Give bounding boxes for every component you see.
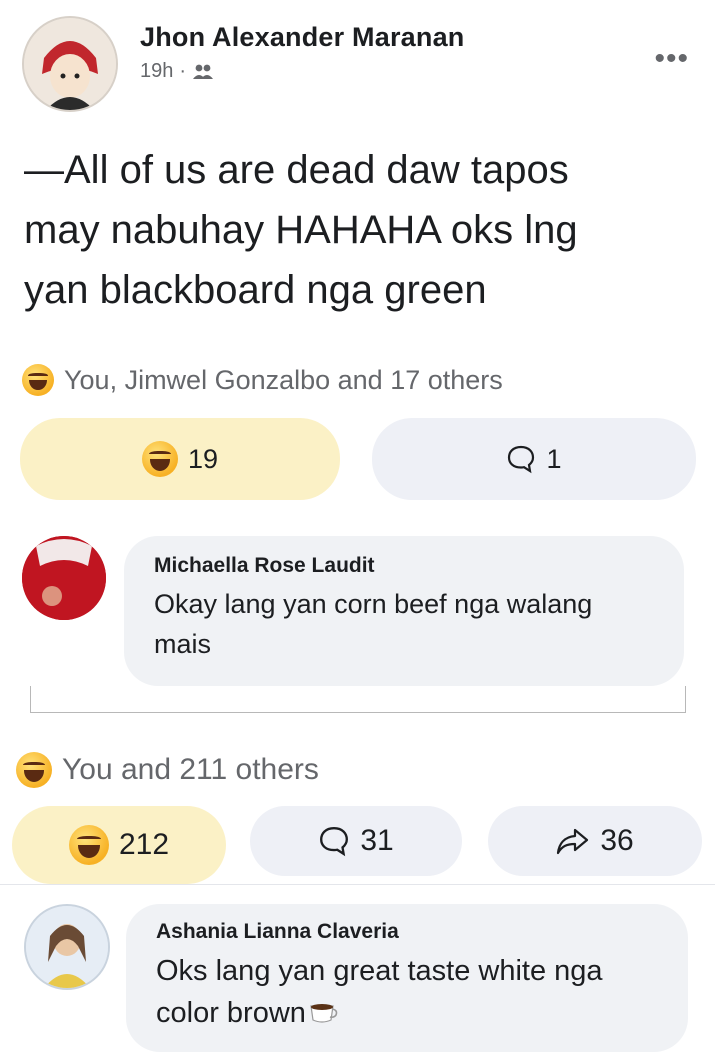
post-text-line: yan blackboard nga green (24, 268, 487, 312)
avatar-image (24, 18, 116, 110)
comment-text: Oks lang yan great taste white nga color… (156, 950, 658, 1034)
comment-icon (320, 827, 349, 857)
post-meta: 19h · (140, 60, 214, 83)
avatar-image (26, 906, 108, 988)
comment-author-avatar[interactable] (22, 536, 106, 620)
thread-divider (30, 686, 686, 713)
meta-separator: · (179, 60, 187, 82)
share-count: 36 (600, 824, 634, 857)
comment-author-avatar[interactable] (24, 904, 110, 990)
reaction-count: 212 (118, 828, 170, 861)
comment-text-line: Oks lang yan great taste white nga (156, 955, 603, 987)
comment-text-line: color brown (156, 997, 306, 1029)
comment-count: 1 (546, 443, 562, 474)
haha-emoji-icon (68, 825, 109, 865)
reaction-summary-text: You and 211 others (62, 753, 319, 786)
haha-emoji-icon (16, 752, 52, 788)
comment-author-name[interactable]: Michaella Rose Laudit (154, 554, 654, 578)
comment-text: Okay lang yan corn beef nga walang mais (154, 589, 593, 659)
post-reaction-summary[interactable]: You, Jimwel Gonzalbo and 17 others (22, 364, 503, 396)
more-dots-icon[interactable]: ••• (654, 42, 689, 76)
comment-bubble: Ashania Lianna Claveria Oks lang yan gre… (126, 904, 688, 1052)
post-text-line: may nabuhay HAHAHA oks lng (24, 208, 578, 252)
post-react-button[interactable]: 19 (20, 418, 340, 500)
reaction-summary-text: You, Jimwel Gonzalbo and 17 others (64, 364, 503, 395)
friends-icon (193, 64, 214, 79)
haha-emoji-icon (22, 364, 54, 396)
post-author-avatar[interactable] (22, 16, 118, 112)
post-text: —All of us are dead daw tapos may nabuha… (24, 140, 694, 320)
section-divider (0, 884, 715, 885)
comment-icon (508, 445, 535, 474)
comment-author-name[interactable]: Ashania Lianna Claveria (156, 920, 658, 944)
post-text-line: —All of us are dead daw tapos (24, 148, 569, 192)
comment-react-button[interactable]: 212 (12, 806, 226, 884)
comment-reply-button[interactable]: 31 (250, 806, 462, 876)
post-comment-button[interactable]: 1 (372, 418, 696, 500)
haha-emoji-icon (141, 441, 178, 477)
comment-count: 31 (360, 824, 394, 857)
comment-bubble: Michaella Rose Laudit Okay lang yan corn… (124, 536, 684, 686)
share-arrow-icon (557, 828, 589, 855)
comment-reaction-summary[interactable]: You and 211 others (16, 752, 319, 788)
reaction-count: 19 (187, 443, 219, 474)
coffee-cup-emoji-icon (310, 1004, 338, 1023)
share-button[interactable]: 36 (488, 806, 702, 876)
avatar-image (22, 536, 106, 620)
post-author-name[interactable]: Jhon Alexander Maranan (140, 22, 465, 53)
post-time[interactable]: 19h (140, 60, 173, 83)
